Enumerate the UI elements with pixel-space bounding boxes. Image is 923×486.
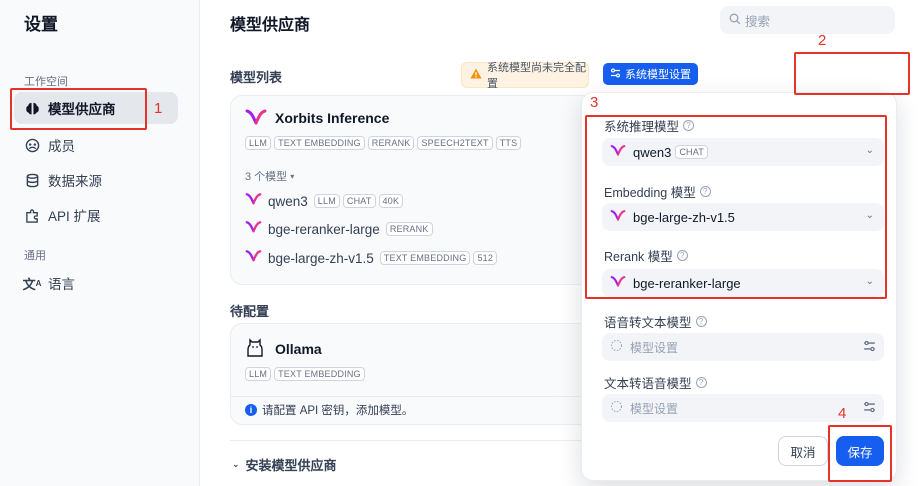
annotation-box-2 [794, 52, 910, 95]
annotation-number-2: 2 [818, 32, 827, 49]
tag: CHAT [342, 194, 376, 208]
chevron-down-icon: ▾ [290, 171, 295, 181]
translate-icon: 文A [22, 276, 42, 292]
xorbits-logo-icon [245, 220, 262, 238]
model-name: bge-reranker-large [268, 221, 380, 237]
model-name: bge-large-zh-v1.5 [268, 250, 374, 266]
annotation-box-4 [828, 425, 892, 482]
annotation-number-4: 4 [838, 405, 847, 422]
help-icon[interactable]: ? [695, 377, 707, 388]
label-text: 文本转语音模型 [604, 377, 692, 391]
sliders-icon [863, 340, 876, 355]
sidebar-item-label: 成员 [48, 139, 75, 154]
label-text: 语音转文本模型 [604, 316, 692, 330]
warning-icon [470, 68, 482, 82]
api-key-notice: i 请配置 API 密钥，添加模型。 [245, 402, 413, 418]
tag: TTS [495, 136, 522, 150]
sidebar-item-label: API 扩展 [48, 209, 101, 224]
info-icon: i [245, 404, 257, 416]
model-list-label: 模型列表 [230, 70, 283, 85]
xorbits-tags: LLM TEXT EMBEDDING RERANK SPEECH2TEXT TT… [245, 136, 522, 150]
tag: 40K [378, 194, 404, 208]
divider [230, 440, 590, 441]
tts-model-label: 文本转语音模型? [604, 373, 707, 392]
members-icon [24, 137, 40, 153]
tag: RERANK [385, 222, 433, 236]
llama-icon [247, 338, 263, 361]
general-group-label: 通用 [24, 250, 46, 262]
search-icon [729, 13, 741, 28]
pending-label: 待配置 [230, 304, 270, 319]
sidebar-item-members[interactable]: 成员 [14, 129, 178, 161]
puzzle-icon [24, 207, 40, 223]
system-model-warning: 系统模型尚未完全配置 [461, 62, 589, 90]
ollama-tags: LLM TEXT EMBEDDING [245, 367, 365, 381]
chevron-down-icon: ⌄ [232, 459, 240, 469]
model-name: qwen3 [268, 193, 308, 209]
dashed-cube-icon [610, 339, 623, 355]
warning-text: 系统模型尚未完全配置 [487, 62, 586, 90]
annotation-box-1 [10, 88, 147, 130]
install-provider-toggle[interactable]: ⌄ 安装模型供应商 [232, 455, 337, 474]
sidebar-item-label: 语言 [48, 277, 75, 292]
xorbits-logo-icon [245, 249, 262, 267]
dashed-cube-icon [610, 400, 623, 416]
help-icon[interactable]: ? [695, 316, 707, 327]
sliders-icon [610, 68, 621, 81]
tag: 512 [473, 251, 498, 265]
tag: TEXT EMBEDDING [379, 251, 471, 265]
system-model-settings-button[interactable]: 系统模型设置 [603, 63, 698, 85]
sidebar: 设置 工作空间 模型供应商 成员 数据来源 API 扩展 通用 文A 语言 [0, 0, 200, 486]
placeholder: 模型设置 [630, 401, 679, 416]
models-count: 3 个模型 [245, 171, 288, 183]
annotation-box-3 [585, 115, 887, 299]
stt-model-select[interactable]: 模型设置 [602, 333, 884, 361]
system-model-button-label: 系统模型设置 [625, 69, 691, 81]
xorbits-name: Xorbits Inference [275, 110, 390, 126]
model-row-bge-large[interactable]: bge-large-zh-v1.5 TEXT EMBEDDING 512 [245, 249, 498, 267]
notice-text: 请配置 API 密钥，添加模型。 [262, 405, 414, 417]
ollama-name: Ollama [275, 341, 322, 357]
model-row-qwen3[interactable]: qwen3 LLM CHAT 40K [245, 192, 404, 210]
tag: LLM [245, 367, 272, 381]
tag: RERANK [367, 136, 415, 150]
tag: TEXT EMBEDDING [274, 136, 365, 150]
search-input[interactable]: 搜索 [720, 6, 895, 34]
sidebar-item-api-extension[interactable]: API 扩展 [14, 199, 178, 231]
page-title: 模型供应商 [230, 17, 311, 34]
search-placeholder: 搜索 [745, 14, 771, 29]
sidebar-title: 设置 [24, 15, 58, 34]
tag: LLM [245, 136, 272, 150]
install-label: 安装模型供应商 [245, 458, 337, 473]
sliders-icon [863, 401, 876, 416]
cancel-button[interactable]: 取消 [778, 436, 828, 466]
xorbits-logo-icon [245, 192, 262, 210]
placeholder: 模型设置 [630, 340, 679, 355]
tag: TEXT EMBEDDING [274, 367, 365, 381]
model-row-bge-reranker[interactable]: bge-reranker-large RERANK [245, 220, 433, 238]
database-icon [24, 172, 40, 188]
annotation-number-3: 3 [590, 94, 599, 111]
tag: SPEECH2TEXT [417, 136, 493, 150]
stt-model-label: 语音转文本模型? [604, 312, 707, 331]
tag: LLM [313, 194, 340, 208]
models-count-toggle[interactable]: 3 个模型 ▾ [245, 168, 294, 184]
sidebar-item-label: 数据来源 [48, 174, 102, 189]
sidebar-item-data-source[interactable]: 数据来源 [14, 164, 178, 196]
workspace-group-label: 工作空间 [24, 76, 68, 88]
sidebar-item-language[interactable]: 文A 语言 [14, 267, 178, 299]
annotation-number-1: 1 [154, 100, 163, 117]
xorbits-logo-icon [245, 108, 267, 131]
